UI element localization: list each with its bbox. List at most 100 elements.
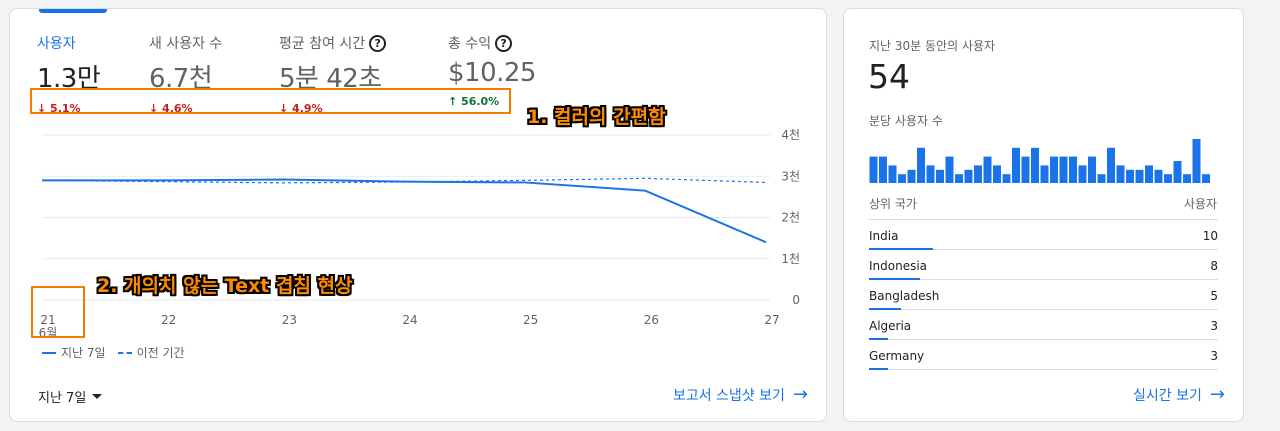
per-minute-bar[interactable] (1183, 174, 1191, 183)
y-tick-label: 2천 (781, 210, 800, 225)
x-tick-label: 22 (161, 313, 176, 327)
country-name: Indonesia (869, 259, 928, 273)
per-minute-label: 분당 사용자 수 (869, 114, 943, 128)
per-minute-bar[interactable] (926, 165, 935, 183)
realtime-card: 지난 30분 동안의 사용자 54 분당 사용자 수 상위 국가 사용자 Ind… (843, 8, 1244, 422)
per-minute-bar[interactable] (993, 165, 1001, 183)
x-tick-label: 24 (402, 313, 417, 327)
per-minute-bar[interactable] (1078, 165, 1087, 183)
y-tick-label: 1천 (781, 251, 800, 266)
country-user-count: 10 (1202, 229, 1218, 243)
per-minute-bar[interactable] (907, 169, 916, 183)
per-minute-bar[interactable] (1192, 139, 1201, 183)
per-minute-bar[interactable] (945, 156, 954, 183)
realtime-title: 지난 30분 동안의 사용자 (869, 39, 996, 53)
country-name: Bangladesh (869, 289, 940, 303)
legend-item-previous: 이전 기간 (117, 344, 185, 361)
metric-label: 총 수익 (448, 36, 492, 52)
table-row[interactable]: Germany 3 (869, 340, 1218, 370)
per-minute-bar[interactable] (1059, 156, 1068, 183)
metric-label: 사용자 (37, 36, 76, 52)
country-user-count: 8 (1210, 259, 1218, 273)
country-user-count: 3 (1210, 319, 1218, 333)
y-tick-label: 0 (792, 293, 800, 307)
per-minute-bar[interactable] (1012, 147, 1020, 183)
legend-item-current: 지난 7일 (42, 344, 106, 361)
arrow-right-icon: → (792, 384, 808, 405)
x-tick-label: 23 (282, 313, 297, 327)
country-share-bar (869, 368, 889, 370)
table-row[interactable]: Indonesia 8 (869, 250, 1218, 280)
link-label: 실시간 보기 (1133, 388, 1202, 404)
country-name: Germany (869, 349, 925, 363)
x-tick-label: 27 (764, 313, 779, 327)
per-minute-bar[interactable] (879, 156, 887, 183)
per-minute-bar[interactable] (1126, 169, 1134, 183)
per-minute-bar[interactable] (964, 169, 973, 183)
metric-label: 새 사용자 수 (149, 36, 223, 52)
country-name: India (869, 229, 899, 243)
per-minute-bar[interactable] (1088, 156, 1096, 183)
country-user-count: 3 (1210, 349, 1218, 363)
help-icon[interactable]: ? (495, 34, 513, 52)
link-label: 보고서 스냅샷 보기 (672, 388, 785, 404)
chart-legend: 지난 7일 이전 기간 (42, 344, 185, 361)
table-row[interactable]: Bangladesh 5 (869, 280, 1218, 310)
help-icon[interactable]: ? (369, 34, 387, 52)
per-minute-bar[interactable] (1173, 161, 1182, 183)
annotation-box-overlap (31, 286, 85, 338)
per-minute-bar-chart (869, 139, 1210, 183)
metric-value: $10.25 (448, 58, 536, 88)
legend-solid-swatch (42, 351, 56, 354)
overview-card: 사용자 1.3만 ↓ 5.1% 새 사용자 수 6.7천 ↓ 4.6% 평균 참… (9, 8, 827, 422)
per-minute-bar[interactable] (1145, 165, 1153, 183)
series-line-current (42, 178, 767, 244)
table-row[interactable]: India 10 (869, 220, 1218, 250)
per-minute-bar[interactable] (1021, 156, 1030, 183)
annotation-label-one: 1. 컬러의 간편함 (527, 106, 666, 128)
users-column-header: 사용자 (1183, 197, 1217, 211)
per-minute-bar[interactable] (1135, 169, 1144, 183)
per-minute-bar[interactable] (1050, 156, 1058, 183)
table-row[interactable]: Algeria 3 (869, 310, 1218, 340)
per-minute-bar[interactable] (974, 165, 982, 183)
x-tick-label: 25 (523, 313, 538, 327)
per-minute-bar[interactable] (1154, 169, 1163, 183)
per-minute-bar[interactable] (1002, 174, 1011, 183)
per-minute-bar[interactable] (1069, 156, 1077, 183)
per-minute-bar[interactable] (1097, 174, 1106, 183)
date-range-dropdown[interactable]: 지난 7일 (38, 387, 103, 406)
per-minute-bar[interactable] (917, 147, 925, 183)
country-user-count: 5 (1210, 289, 1218, 303)
per-minute-bar[interactable] (955, 174, 963, 183)
country-column-header: 상위 국가 (869, 197, 917, 211)
y-tick-label: 4천 (781, 127, 800, 142)
legend-label: 지난 7일 (61, 346, 106, 360)
caret-down-icon (92, 394, 103, 399)
per-minute-bar[interactable] (983, 156, 992, 183)
per-minute-bar[interactable] (1040, 165, 1049, 183)
per-minute-bar[interactable] (1202, 174, 1210, 183)
country-name: Algeria (869, 319, 912, 333)
view-report-snapshot-link[interactable]: 보고서 스냅샷 보기 → (673, 385, 808, 405)
per-minute-bar[interactable] (1031, 147, 1039, 183)
per-minute-bar[interactable] (1107, 147, 1115, 183)
per-minute-bar[interactable] (898, 174, 906, 183)
legend-label: 이전 기간 (136, 346, 185, 360)
per-minute-bar[interactable] (869, 156, 878, 183)
per-minute-bar[interactable] (936, 169, 944, 183)
metric-label: 평균 참여 시간 (279, 36, 366, 52)
date-range-label: 지난 7일 (38, 391, 87, 406)
arrow-right-icon: → (1209, 384, 1225, 405)
y-tick-label: 3천 (781, 168, 800, 183)
annotation-label-two: 2. 개의치 않는 Text 겹침 현상 (97, 275, 353, 297)
realtime-user-count: 54 (868, 57, 910, 96)
active-tab-indicator (39, 9, 107, 13)
view-realtime-link[interactable]: 실시간 보기 → (1133, 385, 1225, 405)
per-minute-bar[interactable] (888, 165, 897, 183)
x-tick-label: 26 (644, 313, 659, 327)
per-minute-bar[interactable] (1116, 165, 1125, 183)
annotation-box-changes (30, 88, 511, 114)
per-minute-bar[interactable] (1164, 174, 1172, 183)
legend-dashed-swatch (117, 351, 132, 354)
